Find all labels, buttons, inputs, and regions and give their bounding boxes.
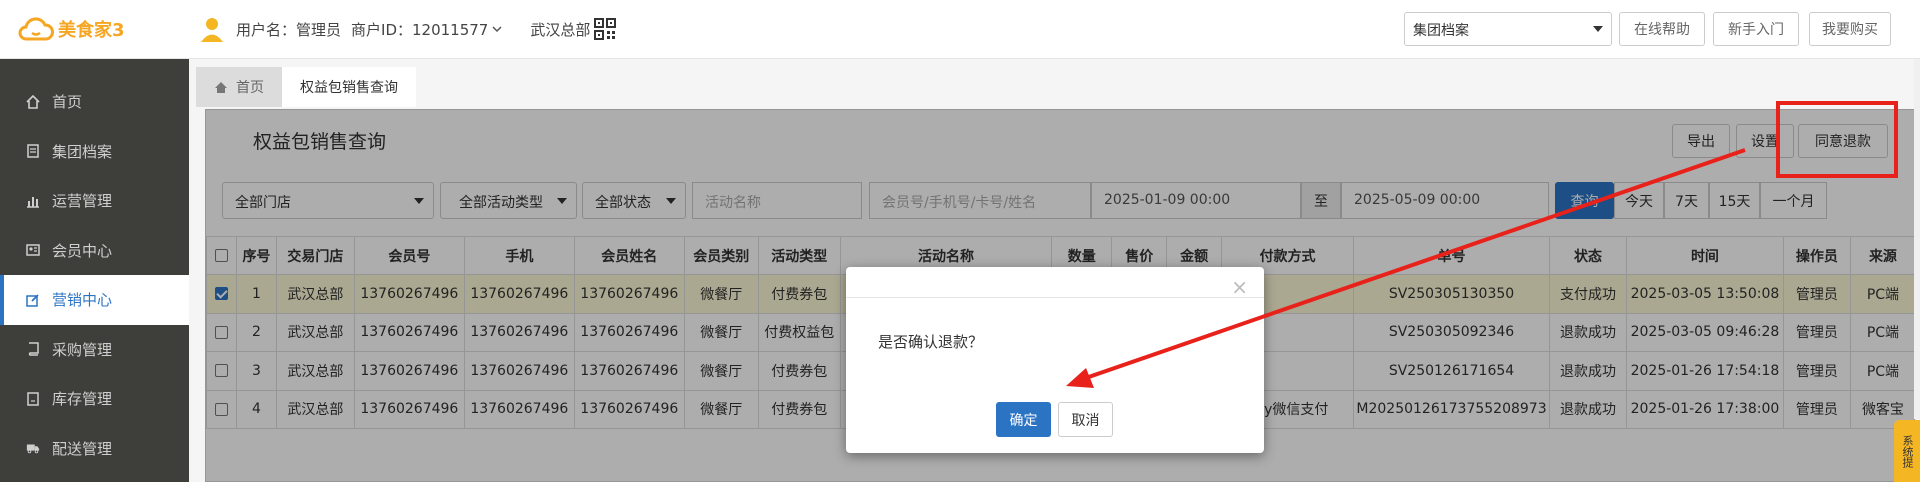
truck-icon (26, 441, 40, 455)
home-icon (26, 94, 40, 109)
id-card-icon (26, 243, 40, 257)
sidebar-item-marketing-center[interactable]: 营销中心 (0, 275, 189, 325)
logo-text: 美食家3 (58, 20, 125, 41)
user-info: 用户名：管理员 商户ID：12011577 武汉总部 (198, 15, 590, 43)
sidebar-item-delivery[interactable]: 配送管理 (0, 424, 189, 474)
archive-select[interactable]: 集团档案 (1404, 12, 1612, 46)
org-label: 武汉总部 (530, 20, 591, 39)
chevron-down-icon (492, 26, 502, 33)
top-bar: 美食家3 用户名：管理员 商户ID：12011577 武汉总部 集团档案 在线帮… (0, 0, 1920, 59)
annotation-highlight-box (1776, 101, 1898, 178)
username-label: 用户名：管理员 (236, 20, 342, 39)
sidebar-item-operations[interactable]: 运营管理 (0, 176, 189, 226)
sidebar-item-purchasing[interactable]: 采购管理 (0, 325, 189, 375)
tab-rights-package-sales[interactable]: 权益包销售查询 (282, 67, 416, 107)
sidebar-item-inventory[interactable]: 库存管理 (0, 374, 189, 424)
beginner-guide-button[interactable]: 新手入门 (1713, 12, 1799, 46)
sidebar: 首页 集团档案 运营管理 会员中心 营销中心 采购管理 库存管理 配送管理 (0, 59, 189, 482)
dialog-divider (846, 297, 1264, 298)
qr-code-icon[interactable] (594, 18, 616, 40)
confirm-button[interactable]: 确定 (996, 402, 1051, 437)
book-icon (26, 342, 40, 356)
bar-chart-icon (26, 194, 40, 208)
close-icon[interactable]: × (1231, 275, 1248, 299)
sidebar-item-home[interactable]: 首页 (0, 77, 189, 127)
online-help-button[interactable]: 在线帮助 (1619, 12, 1705, 46)
avatar-icon (201, 18, 223, 42)
confirm-refund-dialog: × 是否确认退款？ 确定 取消 (846, 267, 1264, 453)
logo[interactable]: 美食家3 (18, 16, 125, 42)
dialog-message: 是否确认退款？ (878, 333, 984, 351)
page-scrollbar[interactable] (1914, 59, 1920, 419)
system-tips-tab[interactable]: 系统提 (1894, 420, 1920, 482)
caret-down-icon (1593, 26, 1603, 32)
document-icon (26, 144, 40, 158)
buy-button[interactable]: 我要购买 (1809, 12, 1891, 46)
edit-icon (26, 293, 40, 307)
tab-home[interactable]: 首页 (196, 67, 282, 107)
merchant-id-dropdown[interactable]: 商户ID：12011577 (351, 19, 502, 40)
tab-bar: 首页 权益包销售查询 (196, 67, 416, 107)
cancel-button[interactable]: 取消 (1058, 402, 1113, 437)
file-icon (26, 392, 40, 406)
cloud-logo-icon (18, 17, 54, 41)
sidebar-item-member-center[interactable]: 会员中心 (0, 226, 189, 276)
sidebar-item-group-archive[interactable]: 集团档案 (0, 127, 189, 177)
home-icon (215, 81, 227, 93)
